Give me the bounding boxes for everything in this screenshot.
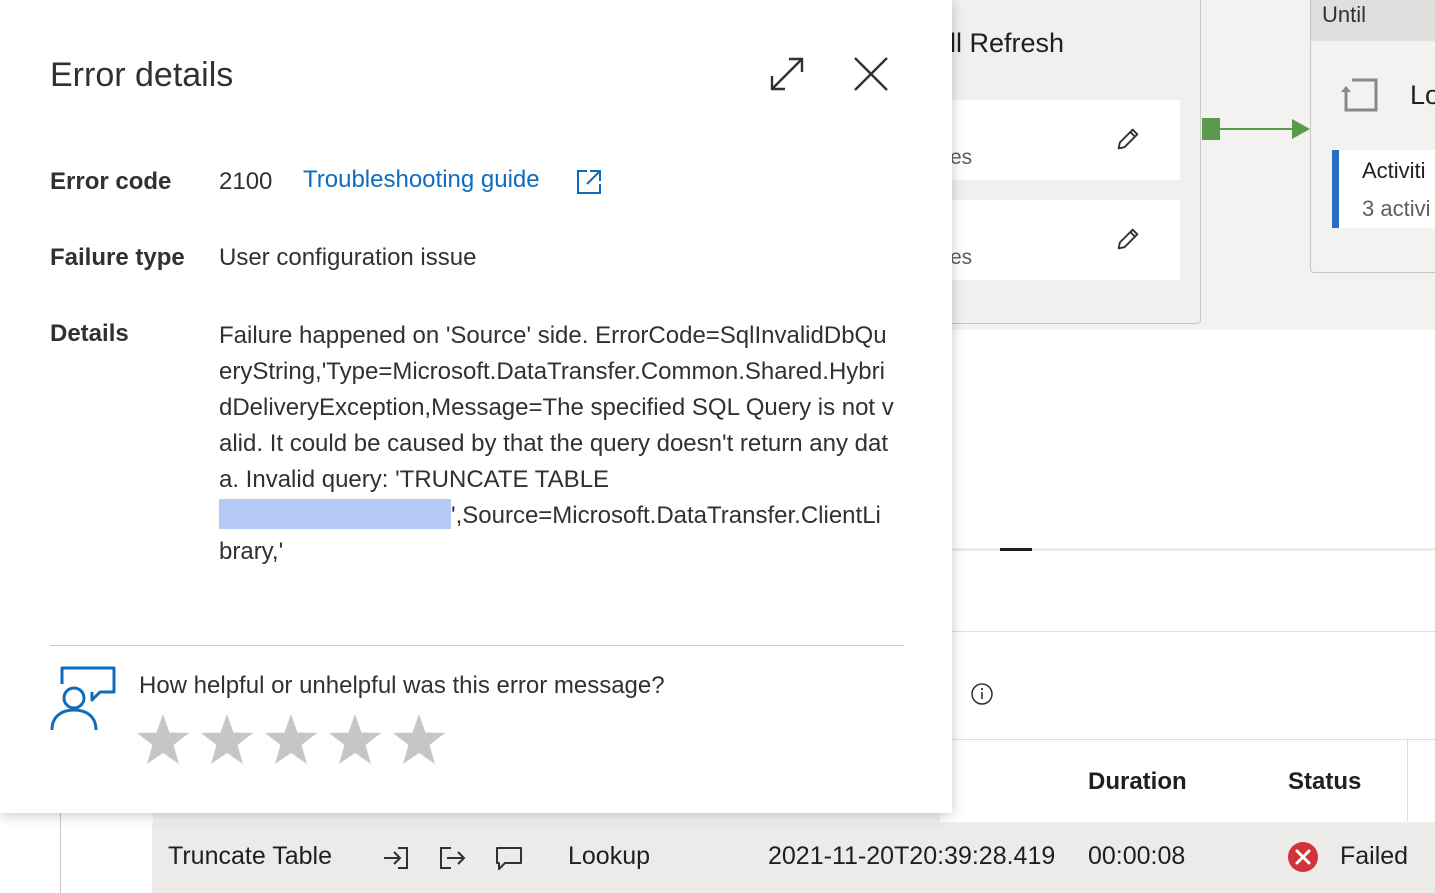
activity-name-cell: Truncate Table (168, 842, 332, 870)
column-header-status[interactable]: Status (1288, 768, 1361, 796)
pencil-icon[interactable] (1114, 225, 1142, 253)
column-separator (1407, 740, 1408, 822)
success-output-handle[interactable] (1202, 118, 1220, 140)
gutter-line (60, 812, 61, 893)
expand-icon (770, 57, 804, 91)
rating-stars (135, 712, 447, 768)
error-code-label: Error code (50, 168, 172, 195)
output-toolbar-area (940, 632, 1435, 739)
sub-activity-card-text: es (950, 246, 973, 269)
star-icon[interactable] (199, 712, 255, 768)
activities-title: Activiti (1362, 158, 1426, 183)
troubleshooting-guide-link[interactable]: Troubleshooting guide (303, 166, 540, 194)
expand-button[interactable] (767, 54, 807, 94)
connector-arrowhead (1292, 119, 1310, 139)
run-start-cell: 2021-11-20T20:39:28.419 (768, 842, 1056, 870)
error-details-panel: Error details Error code 2100 Troublesho… (0, 0, 952, 813)
activities-count: 3 activi (1362, 196, 1431, 221)
input-icon[interactable] (381, 843, 411, 873)
star-icon[interactable] (327, 712, 383, 768)
status-cell[interactable]: Failed (1340, 842, 1408, 871)
details-text-part: Failure happened on 'Source' side. Error… (219, 322, 894, 493)
until-activity[interactable] (1310, 0, 1435, 273)
info-icon[interactable] (970, 682, 994, 706)
comment-icon[interactable] (494, 843, 524, 873)
until-activity-name: Lo (1410, 80, 1435, 110)
error-circle-icon (1288, 842, 1318, 872)
column-header-duration[interactable]: Duration (1088, 768, 1187, 796)
output-icon[interactable] (437, 843, 467, 873)
star-icon[interactable] (391, 712, 447, 768)
error-code-value: 2100 (219, 168, 273, 195)
loop-icon (1341, 78, 1378, 112)
star-icon[interactable] (135, 712, 191, 768)
star-icon[interactable] (263, 712, 319, 768)
details-label: Details (50, 320, 129, 347)
panel-title: Error details (50, 56, 234, 94)
failure-type-label: Failure type (50, 244, 185, 271)
close-icon (854, 57, 888, 91)
feedback-icon (50, 666, 116, 731)
failure-type-value: User configuration issue (219, 244, 477, 271)
success-connector-line (1220, 128, 1294, 130)
panel-divider (50, 645, 904, 646)
sub-activity-card-text: es (950, 146, 973, 169)
pencil-icon[interactable] (1114, 125, 1142, 153)
activity-type-cell: Lookup (568, 842, 651, 870)
error-details-text: Failure happened on 'Source' side. Error… (219, 318, 894, 570)
close-button[interactable] (851, 54, 891, 94)
external-link-icon[interactable] (575, 168, 603, 196)
duration-cell: 00:00:08 (1088, 842, 1186, 870)
table-left-gutter (0, 812, 153, 893)
activity-group-title: ull Refresh (935, 28, 1065, 58)
until-label: Until (1322, 2, 1367, 27)
redacted-text (219, 499, 451, 529)
feedback-question: How helpful or unhelpful was this error … (139, 672, 665, 699)
canvas-empty-area (940, 551, 1435, 631)
